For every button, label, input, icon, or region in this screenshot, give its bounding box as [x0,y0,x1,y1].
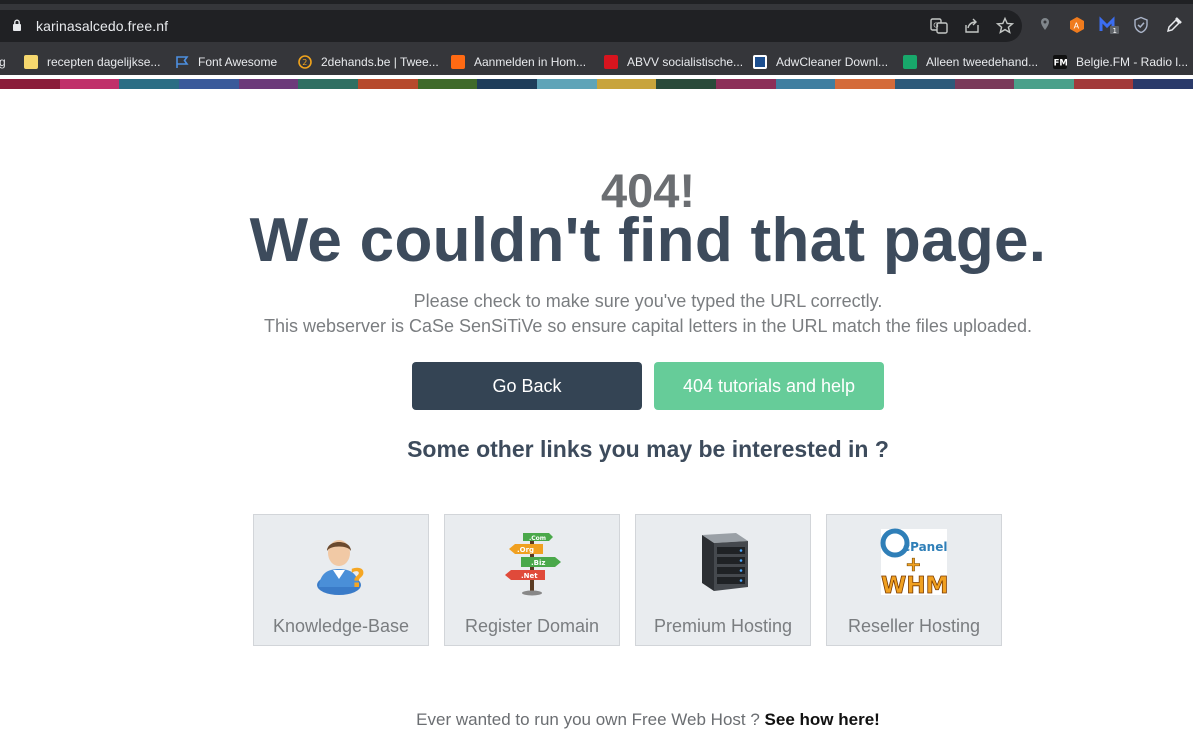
bookmark-label: 2dehands.be | Twee... [321,55,439,69]
bookmark-item[interactable]: g [0,53,6,71]
decorative-color-stripe [0,79,1193,89]
stripe-segment [298,79,358,89]
svg-text:A: A [1074,22,1080,31]
svg-text:.Net: .Net [521,572,538,580]
malwarebytes-icon[interactable]: 1 [1099,16,1121,34]
stripe-segment [1133,79,1193,89]
bookmark-label: Aanmelden in Hom... [474,55,587,69]
extension-badge-count: 1 [1113,27,1117,34]
stripe-segment [477,79,537,89]
svg-text:WHM: WHM [881,573,949,597]
svg-text:2: 2 [302,58,307,67]
stripe-segment [835,79,895,89]
flag-icon [176,56,189,68]
knowledge-base-card[interactable]: ? Knowledge-Base [253,514,429,646]
stripe-segment [775,79,836,89]
bookmark-label: g [0,55,6,69]
bookmark-item[interactable]: Aanmelden in Hom... [451,53,586,71]
reseller-hosting-card[interactable]: cPanel + WHM Reseller Hosting [826,514,1002,646]
belgiefm-icon: FM [1053,55,1067,69]
stripe-segment [596,79,657,89]
url-text[interactable]: karinasalcedo.free.nf [36,18,168,34]
hint-line-2: This webserver is CaSe SenSiTiVe so ensu… [263,316,1033,336]
see-how-link[interactable]: See how here! [765,710,880,729]
stripe-segment [0,79,60,89]
share-icon[interactable] [962,16,982,36]
bookmark-item[interactable]: 2 2dehands.be | Twee... [298,53,439,71]
tweedehands-icon [903,55,917,69]
browser-toolbar: karinasalcedo.free.nf G A 1 [0,0,1193,48]
stripe-segment [656,79,716,89]
stripe-segment [59,79,120,89]
homebanking-icon [451,55,465,69]
svg-text:FM: FM [1054,59,1067,69]
hint-line-1: Please check to make sure you've typed t… [413,291,883,311]
support-person-icon: ? [317,540,365,595]
adwcleaner-icon [753,55,767,69]
bookmark-item[interactable]: Alleen tweedehand... [903,53,1038,71]
bookmark-item[interactable]: Font Awesome [175,53,277,71]
abvv-icon [604,55,618,69]
bookmark-label: recepten dagelijkse... [47,55,161,69]
premium-hosting-card[interactable]: Premium Hosting [635,514,811,646]
stripe-segment [119,79,179,89]
bookmarks-bar: g recepten dagelijkse... Font Awesome 2 … [0,48,1193,75]
card-label: Knowledge-Base [272,616,410,636]
bookmark-item[interactable]: ABVV socialistische... [604,53,743,71]
tab-strip-edge [0,0,1193,4]
bookmark-label: AdwCleaner Downl... [776,55,889,69]
folder-icon [24,55,38,69]
bookmark-label: Alleen tweedehand... [926,55,1039,69]
bookmark-label: ABVV socialistische... [627,55,744,69]
stripe-segment [894,79,955,89]
bookmark-star-icon[interactable] [995,16,1015,36]
domain-signpost-icon: .Com .Org .Biz .Net [505,533,561,596]
location-pin-icon[interactable] [1036,16,1054,34]
stripe-segment [178,79,239,89]
shield-icon[interactable] [1132,16,1150,34]
stripe-segment [357,79,418,89]
card-label: Reseller Hosting [847,616,981,636]
card-label: Register Domain [464,616,600,636]
bookmark-item[interactable]: AdwCleaner Downl... [753,53,888,71]
tutorials-help-button[interactable]: 404 tutorials and help [654,362,884,410]
footer-text: Ever wanted to run you own Free Web Host… [0,710,1193,730]
cpanel-whm-icon: cPanel + WHM [880,528,949,597]
lock-icon[interactable] [12,19,22,31]
svg-text:.Org: .Org [517,546,534,554]
address-bar[interactable]: karinasalcedo.free.nf G [0,10,1022,42]
bookmark-label: Font Awesome [198,55,278,69]
stripe-segment [715,79,776,89]
card-label: Premium Hosting [653,616,793,636]
svg-text:G: G [933,22,938,30]
stripe-segment [238,79,299,89]
svg-text:?: ? [350,564,365,594]
bookmark-item[interactable]: recepten dagelijkse... [24,53,160,71]
svg-text:.Biz: .Biz [531,559,545,567]
register-domain-card[interactable]: .Com .Org .Biz .Net Register Domain [444,514,620,646]
2dehands-icon: 2 [298,55,312,69]
bookmark-label: Belgie.FM - Radio l... [1076,55,1189,69]
server-icon [702,533,748,591]
page-title: We couldn't find that page. [249,206,1047,275]
stripe-segment [536,79,597,89]
stripe-segment [1073,79,1134,89]
footer-question: Ever wanted to run you own Free Web Host… [416,710,760,729]
go-back-button[interactable]: Go Back [412,362,642,410]
stripe-segment [417,79,478,89]
bookmark-item[interactable]: FM Belgie.FM - Radio l... [1053,53,1188,71]
stripe-segment [1014,79,1074,89]
translate-icon[interactable]: G [929,16,949,36]
eyedropper-icon[interactable] [1165,16,1183,34]
stripe-segment [954,79,1015,89]
svg-text:.Com: .Com [529,535,546,542]
other-links-heading: Some other links you may be interested i… [407,436,889,462]
extension-a-icon[interactable]: A [1068,16,1086,34]
